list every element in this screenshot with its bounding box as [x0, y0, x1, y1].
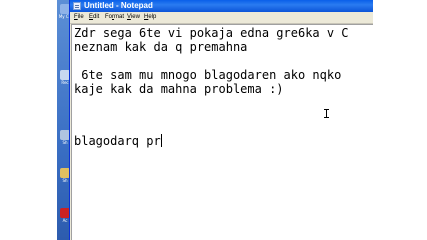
title-bar[interactable]: Untitled - Notepad [70, 0, 373, 12]
menu-file[interactable]: File [74, 14, 84, 21]
text-line: neznam kak da q premahna [74, 40, 248, 54]
notepad-window: Untitled - Notepad File Edit Format View… [69, 0, 373, 240]
text-line: Zdr sega 6te vi pokaja edna gre6ka v C [74, 26, 349, 40]
menu-view[interactable]: View [127, 14, 140, 21]
text-line: 6te sam mu mnogo blagodaren ako nqko [74, 68, 342, 82]
menu-edit[interactable]: Edit [89, 14, 99, 21]
text-line: kaje kak da mahna problema :) [74, 82, 284, 96]
text-line-last: blagodarq pr [74, 134, 162, 148]
ibeam-cursor-icon [324, 109, 329, 118]
menu-bar: File Edit Format View Help [70, 12, 373, 24]
menu-edit-label: dit [93, 14, 100, 20]
notepad-icon [73, 2, 81, 10]
window-title: Untitled - Notepad [84, 1, 153, 10]
menu-format[interactable]: Format [105, 14, 124, 21]
text-editor-area[interactable]: Zdr sega 6te vi pokaja edna gre6ka v C n… [71, 24, 373, 240]
text-line-content: blagodarq pr [74, 134, 161, 148]
menu-file-label: ile [77, 14, 84, 20]
menu-format-tail: mat [114, 14, 125, 20]
text-caret [160, 134, 162, 147]
menu-help-label: elp [148, 14, 157, 20]
screen-frame: My Co Rec Sh Sh Ac Untitled - Notepad Fi… [57, 0, 373, 240]
menu-view-label: iew [130, 14, 140, 20]
menu-help[interactable]: Help [144, 14, 156, 21]
